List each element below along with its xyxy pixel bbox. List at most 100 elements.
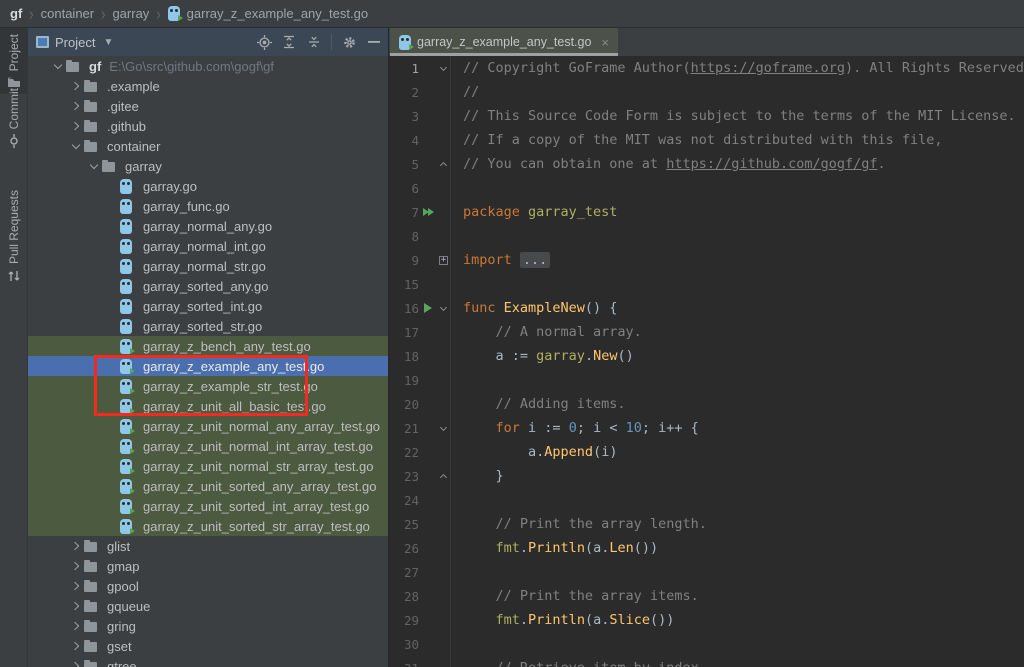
tree-chevron[interactable] <box>68 603 84 609</box>
fold-marker-icon[interactable] <box>437 67 450 70</box>
folder-icon <box>84 540 102 552</box>
tree-chevron[interactable] <box>68 623 84 629</box>
tree-item[interactable]: .example <box>28 76 388 96</box>
fold-marker-icon[interactable]: + <box>437 256 450 265</box>
tree-item[interactable]: gring <box>28 616 388 636</box>
tree-item[interactable]: gqueue <box>28 596 388 616</box>
code-segment: () <box>617 348 633 364</box>
tree-item[interactable]: garray_z_unit_normal_int_array_test.go <box>28 436 388 456</box>
code-segment: ()) <box>650 612 674 628</box>
panel-title: Project <box>55 35 95 50</box>
tree-item[interactable]: garray_z_unit_sorted_str_array_test.go <box>28 516 388 536</box>
go-file-icon <box>120 199 138 214</box>
tree-item[interactable]: garray <box>28 156 388 176</box>
tree-item[interactable]: container <box>28 136 388 156</box>
tree-item[interactable]: glist <box>28 536 388 556</box>
tree-item[interactable]: gset <box>28 636 388 656</box>
tree-chevron[interactable] <box>68 563 84 569</box>
tree-item[interactable]: garray_z_unit_normal_any_array_test.go <box>28 416 388 436</box>
tree-item[interactable]: .github <box>28 116 388 136</box>
stripe-tab-commit[interactable]: Commit <box>0 82 27 154</box>
tree-chevron[interactable] <box>68 583 84 589</box>
code-segment: New <box>593 348 617 364</box>
tree-item[interactable]: gtree <box>28 656 388 667</box>
code-segment: fmt <box>496 540 520 556</box>
hide-icon[interactable] <box>366 34 382 50</box>
tree-item[interactable]: garray_sorted_str.go <box>28 316 388 336</box>
expand-all-icon[interactable] <box>281 34 297 50</box>
tree-item[interactable]: garray_z_unit_sorted_int_array_test.go <box>28 496 388 516</box>
go-test-file-icon <box>399 35 411 50</box>
code-text <box>450 224 1024 248</box>
tree-chevron[interactable] <box>68 83 84 89</box>
fold-marker-icon[interactable] <box>437 475 450 478</box>
run-test-icon[interactable] <box>419 303 437 313</box>
collapse-all-icon[interactable] <box>306 34 322 50</box>
tree-chevron[interactable] <box>68 123 84 129</box>
editor-area: garray_z_example_any_test.go × 1// Copyr… <box>388 28 1024 667</box>
project-view-selector[interactable]: Project ▼ <box>36 35 113 50</box>
stripe-tab-project-label: Project <box>7 34 21 71</box>
editor-tabstrip: garray_z_example_any_test.go × <box>389 28 1024 56</box>
breadcrumb-item[interactable]: container <box>41 6 94 21</box>
code-line: 31 // Retrieve item by index. <box>389 656 1024 667</box>
code-line: 20 // Adding items. <box>389 392 1024 416</box>
tree-item[interactable]: garray_z_unit_normal_str_array_test.go <box>28 456 388 476</box>
tree-item[interactable]: garray_normal_str.go <box>28 256 388 276</box>
tree-chevron[interactable] <box>68 643 84 649</box>
tree-chevron[interactable] <box>86 165 102 168</box>
comment-link[interactable]: https://github.com/gogf/gf <box>666 156 877 172</box>
code-segment: . <box>585 348 593 364</box>
tree-item[interactable]: garray.go <box>28 176 388 196</box>
code-segment: // <box>463 84 479 100</box>
fold-marker-icon[interactable] <box>437 427 450 430</box>
fold-marker-icon[interactable] <box>437 163 450 166</box>
pull-request-icon <box>7 269 21 283</box>
tree-item[interactable]: .gitee <box>28 96 388 116</box>
tree-item[interactable]: garray_normal_any.go <box>28 216 388 236</box>
tree-item[interactable]: garray_z_bench_any_test.go <box>28 336 388 356</box>
code-line: 19 <box>389 368 1024 392</box>
tree-item[interactable]: garray_normal_int.go <box>28 236 388 256</box>
breadcrumb-item[interactable]: gf <box>10 6 22 21</box>
tree-item[interactable]: gfE:\Go\src\github.com\gogf\gf <box>28 56 388 76</box>
code-text <box>450 488 1024 512</box>
tree-chevron[interactable] <box>68 543 84 549</box>
run-test-icon[interactable] <box>419 208 437 216</box>
chevron-right-icon <box>71 122 79 130</box>
line-number: 2 <box>389 85 419 100</box>
tree-item[interactable]: garray_z_unit_sorted_any_array_test.go <box>28 476 388 496</box>
code-segment: Println <box>528 540 585 556</box>
fold-marker-icon[interactable] <box>437 307 450 310</box>
breadcrumb-item[interactable]: garray_z_example_any_test.go <box>187 6 368 21</box>
code-segment: // Print the array items. <box>496 588 699 604</box>
tree-chevron[interactable] <box>68 663 84 667</box>
comment-link[interactable]: https://goframe.org <box>691 60 845 76</box>
tree-item-label: garray_sorted_int.go <box>143 299 262 314</box>
tree-item[interactable]: gmap <box>28 556 388 576</box>
tree-item[interactable]: gpool <box>28 576 388 596</box>
tree-chevron[interactable] <box>50 65 66 68</box>
tree-item[interactable]: garray_z_unit_all_basic_test.go <box>28 396 388 416</box>
close-icon[interactable]: × <box>601 36 609 49</box>
tree-item[interactable]: garray_sorted_any.go <box>28 276 388 296</box>
tree-chevron[interactable] <box>68 145 84 148</box>
code-segment <box>463 516 496 532</box>
folder-icon <box>102 160 120 172</box>
stripe-tab-pull-requests[interactable]: Pull Requests <box>0 184 27 289</box>
tree-item[interactable]: garray_z_example_any_test.go <box>28 356 388 376</box>
tree-item[interactable]: garray_z_example_str_test.go <box>28 376 388 396</box>
tree-item[interactable]: garray_func.go <box>28 196 388 216</box>
tree-item[interactable]: garray_sorted_int.go <box>28 296 388 316</box>
tree-item-label: garray_normal_any.go <box>143 219 272 234</box>
settings-icon[interactable] <box>341 34 357 50</box>
locate-icon[interactable] <box>256 34 272 50</box>
tree-chevron[interactable] <box>68 103 84 109</box>
code-text: // If a copy of the MIT was not distribu… <box>450 128 1024 152</box>
breadcrumb-item[interactable]: garray <box>112 6 149 21</box>
line-number: 25 <box>389 517 419 532</box>
code-editor[interactable]: 1// Copyright GoFrame Author(https://gof… <box>389 56 1024 667</box>
folder-icon <box>84 580 102 592</box>
editor-tab[interactable]: garray_z_example_any_test.go × <box>390 28 618 56</box>
code-segment: // Retrieve item by index. <box>496 660 707 667</box>
